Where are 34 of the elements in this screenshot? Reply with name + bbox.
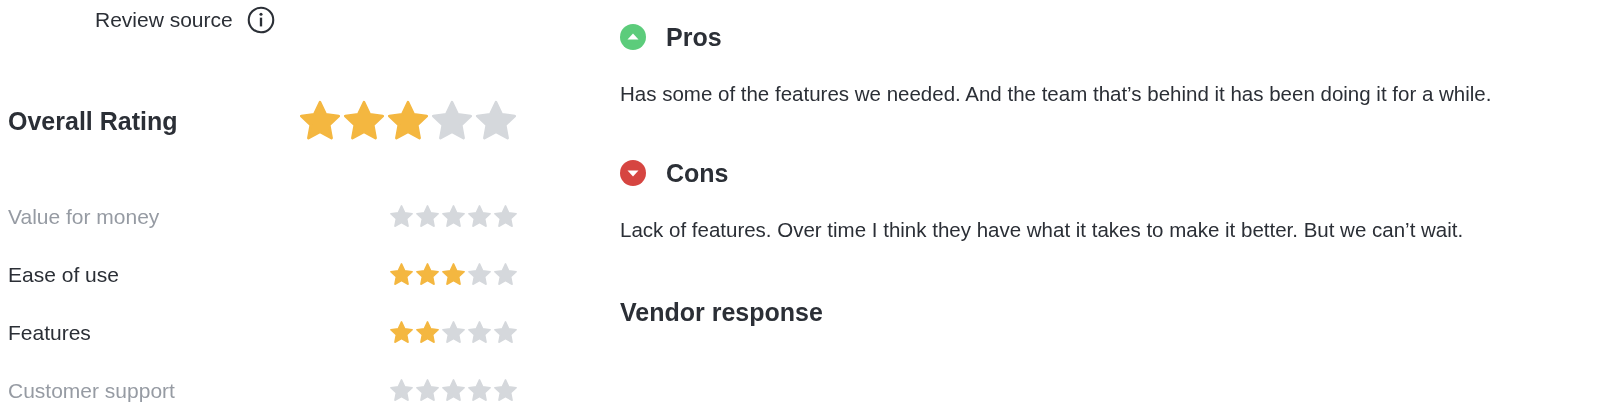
star-icon xyxy=(441,204,466,229)
section-title: Pros xyxy=(666,22,722,52)
down-caret-icon xyxy=(620,160,646,186)
star-icon xyxy=(415,262,440,287)
rating-label: Ease of use xyxy=(8,262,119,287)
star-icon xyxy=(389,320,414,345)
rating-label: Customer support xyxy=(8,378,175,403)
review-text: Lack of features. Over time I think they have what it takes to make it better. But we can’t wait. xyxy=(620,217,1465,243)
info-icon[interactable] xyxy=(246,6,275,34)
overall-rating-label: Overall Rating xyxy=(8,106,178,136)
star-icon xyxy=(389,204,414,229)
star-icon xyxy=(389,262,414,287)
star-icon xyxy=(467,262,492,287)
rating-label: Value for money xyxy=(8,204,160,229)
star-icon xyxy=(493,320,518,345)
star-icon xyxy=(415,320,440,345)
star-icon xyxy=(493,378,518,403)
star-icon xyxy=(415,378,440,403)
section-title: Cons xyxy=(666,158,729,188)
review-text: Has some of the features we needed. And the team that’s behind it has been doing it for a while. xyxy=(620,81,1493,107)
star-icon xyxy=(493,262,518,287)
rating-label: Features xyxy=(8,320,91,345)
star-icon xyxy=(493,204,518,229)
star-icon xyxy=(415,204,440,229)
star-icon xyxy=(441,378,466,403)
up-caret-icon xyxy=(620,24,646,50)
star-icon xyxy=(441,262,466,287)
star-icon xyxy=(467,320,492,345)
star-icon xyxy=(467,378,492,403)
review-source-label: Review source xyxy=(95,8,233,32)
star-icon xyxy=(467,204,492,229)
star-icon xyxy=(389,378,414,403)
vendor-response-title: Vendor response xyxy=(620,298,824,327)
star-icon xyxy=(441,320,466,345)
